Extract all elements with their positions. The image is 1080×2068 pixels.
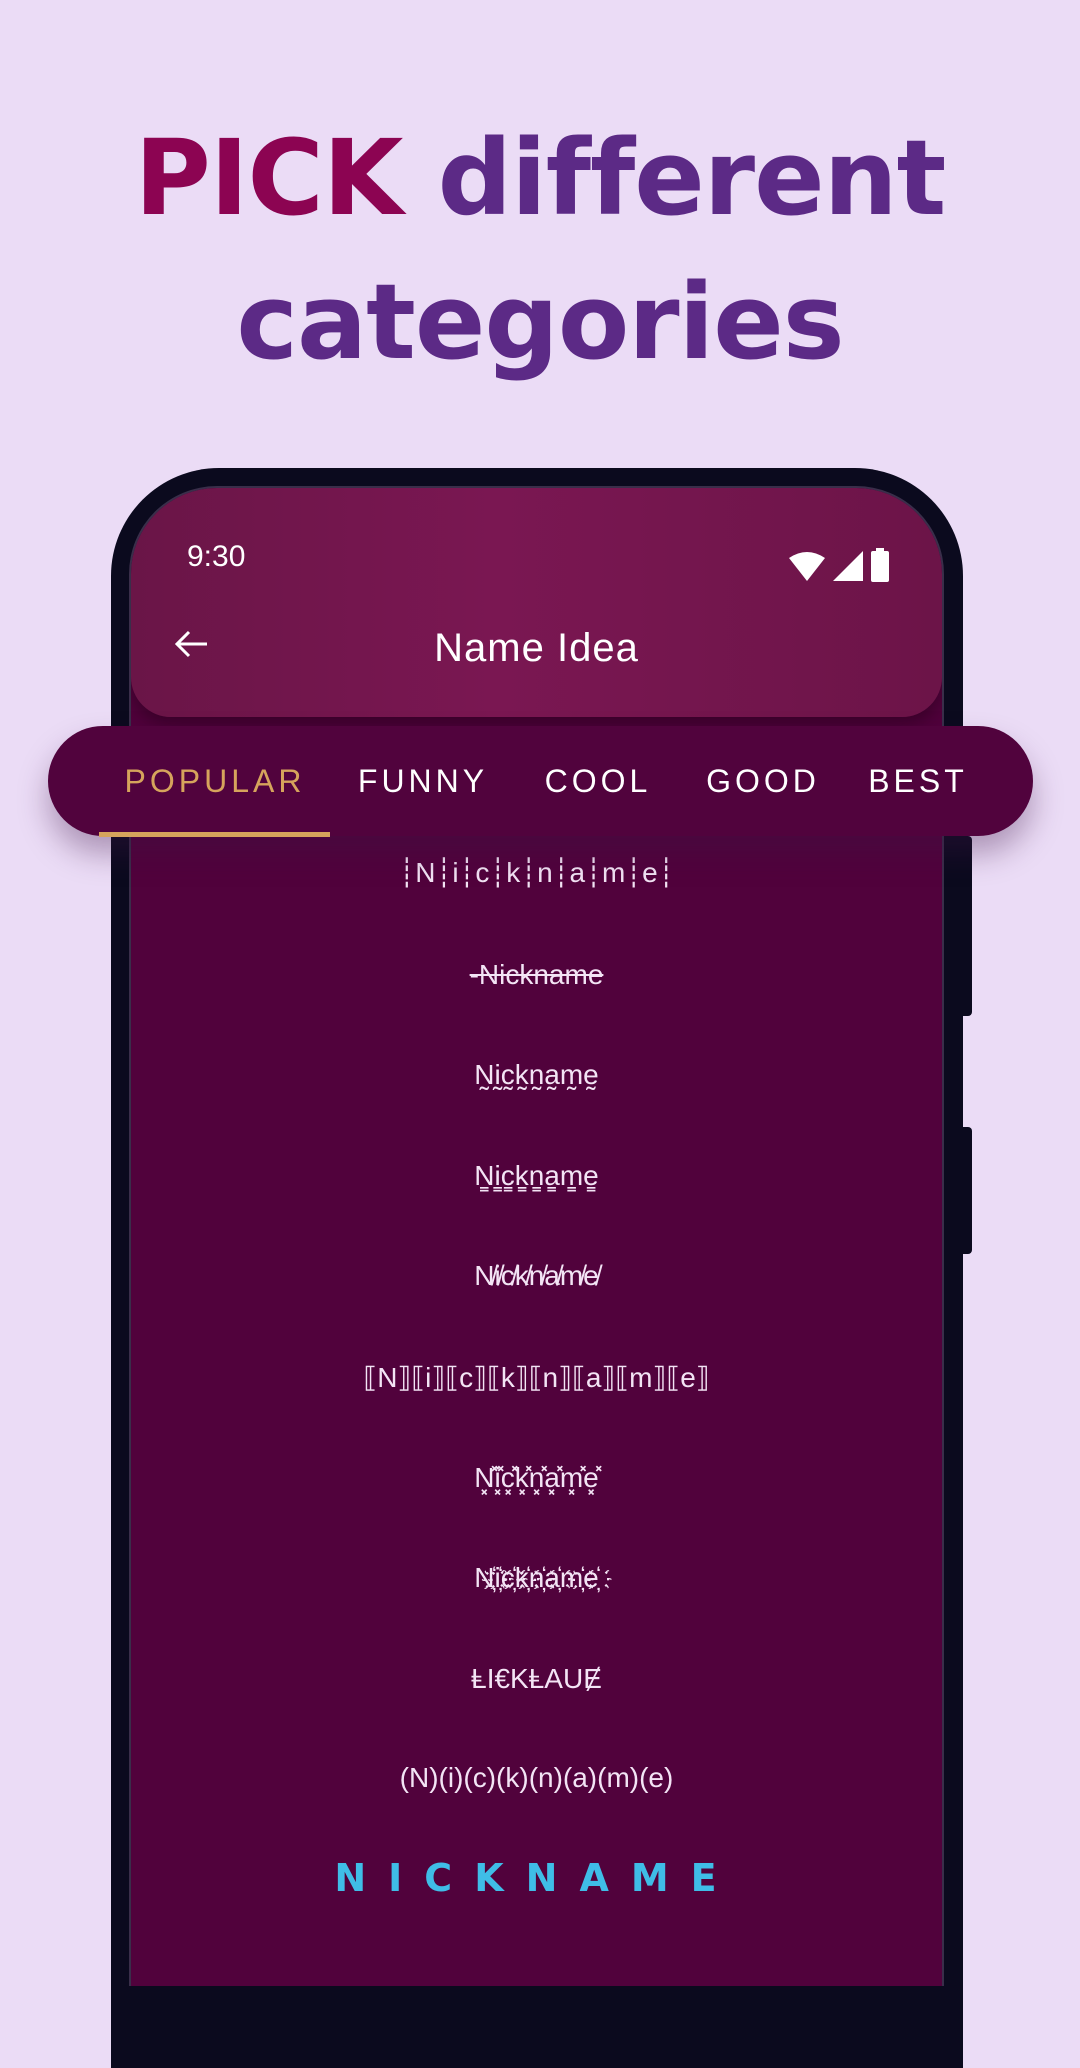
status-icons xyxy=(788,548,890,582)
phone-power-button xyxy=(963,836,972,1016)
list-item[interactable]: (N)(i)(c)(k)(n)(a)(m)(e) xyxy=(129,1758,944,1798)
list-item[interactable]: N҉i҉c҉k҉n҉a҉m҉e҉ xyxy=(129,1558,944,1598)
wifi-icon xyxy=(789,552,825,581)
category-tabs: POPULAR FUNNY COOL GOOD BEST xyxy=(48,726,1033,837)
app-title: Name Idea xyxy=(434,626,639,670)
tab-cool[interactable]: COOL xyxy=(528,726,668,836)
list-item[interactable]: ┊N┊i┊c┊k┊n┊a┊m┊e┊ xyxy=(129,853,944,893)
list-item[interactable]: N̰ḭc̰k̰n̰a̰m̰ḛ xyxy=(129,1055,944,1095)
headline-line-1-rest: different xyxy=(402,117,947,239)
tab-popular[interactable]: POPULAR xyxy=(110,726,320,836)
nickname-list: ┊N┊i┊c┊k┊n┊a┊m┊e┊ -Nickname N̰ḭc̰k̰n̰a̰m… xyxy=(129,836,944,1920)
list-item[interactable]: N̸i̸c̸k̸n̸a̸m̸e̸ xyxy=(129,1256,944,1296)
list-item[interactable]: N̳i̳c̳k̳n̳a̳m̳e̳ xyxy=(129,1156,944,1196)
headline-line-1: PICK different xyxy=(0,118,1080,238)
phone-volume-button xyxy=(963,1127,972,1254)
list-item[interactable]: NICKNAME xyxy=(129,1858,944,1898)
headline-accent-word: PICK xyxy=(134,117,404,239)
list-item[interactable]: -Nickname xyxy=(129,955,944,995)
app-header: 9:30 Name Idea xyxy=(131,488,942,717)
list-item[interactable]: ⟦N⟧⟦i⟧⟦c⟧⟦k⟧⟦n⟧⟦a⟧⟦m⟧⟦e⟧ xyxy=(129,1358,944,1398)
cellular-signal-icon xyxy=(833,551,863,581)
list-item[interactable]: N͓̽i͓̽c͓̽k͓̽n͓̽a͓̽m͓̽e͓̽ xyxy=(129,1458,944,1498)
battery-icon xyxy=(871,548,889,582)
list-item[interactable]: ⱠI€KⱠAUɆ xyxy=(129,1659,944,1699)
status-time: 9:30 xyxy=(187,540,246,573)
active-tab-indicator xyxy=(99,832,330,837)
tab-best[interactable]: BEST xyxy=(853,726,983,836)
tab-funny[interactable]: FUNNY xyxy=(348,726,498,836)
headline-line-2: categories xyxy=(236,261,844,383)
tab-good[interactable]: GOOD xyxy=(688,726,838,836)
